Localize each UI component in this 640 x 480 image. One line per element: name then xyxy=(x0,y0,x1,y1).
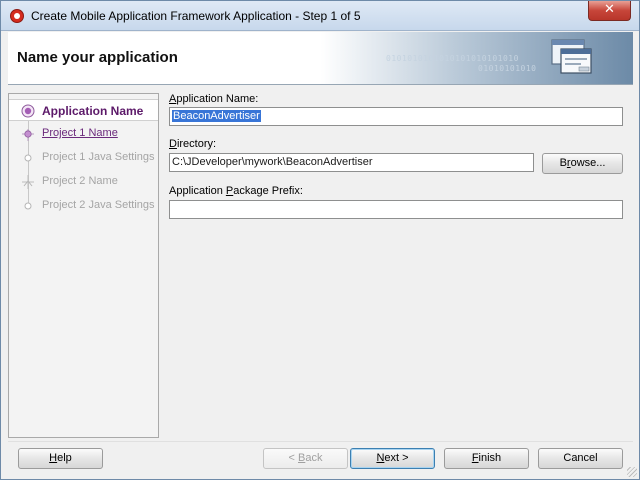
page-title: Name your application xyxy=(17,49,178,66)
back-button[interactable]: < Back xyxy=(263,448,348,469)
project-node-icon xyxy=(22,175,34,189)
browse-button[interactable]: Browse... xyxy=(542,153,623,174)
nav-step-project-1-java-settings[interactable]: Project 1 Java Settings xyxy=(9,147,158,169)
nav-step-application-name[interactable]: Application Name xyxy=(9,99,158,121)
nav-step-label: Project 1 Name xyxy=(42,127,118,139)
directory-field[interactable]: C:\JDeveloper\mywork\BeaconAdvertiser xyxy=(169,153,534,172)
project-node-icon xyxy=(22,129,34,141)
finish-button[interactable]: Finish xyxy=(444,448,529,469)
selected-text: BeaconAdvertiser xyxy=(172,110,261,122)
package-prefix-label: Application Package Prefix: xyxy=(169,185,303,197)
banner-decoration: 0101010101010101010101010 xyxy=(386,54,519,63)
nav-step-label: Project 1 Java Settings xyxy=(42,151,155,163)
wizard-window: Create Mobile Application Framework Appl… xyxy=(0,0,640,480)
application-name-field[interactable]: BeaconAdvertiser xyxy=(169,107,623,126)
nav-step-label: Project 2 Name xyxy=(42,175,118,187)
directory-label: Directory: xyxy=(169,138,217,150)
windows-wizard-icon xyxy=(551,39,592,74)
next-button[interactable]: Next > xyxy=(350,448,435,469)
close-button[interactable]: ✕ xyxy=(588,1,631,21)
help-button[interactable]: Help xyxy=(18,448,103,469)
app-logo-icon xyxy=(10,9,24,23)
nav-step-project-1-name[interactable]: Project 1 Name xyxy=(9,123,158,145)
header-banner: Name your application 010101010101010101… xyxy=(8,32,633,85)
title-bar[interactable]: Create Mobile Application Framework Appl… xyxy=(1,1,639,31)
banner-decoration-2: 01010101010 xyxy=(478,64,537,73)
resize-grip[interactable] xyxy=(627,467,637,477)
cancel-button[interactable]: Cancel xyxy=(538,448,623,469)
nav-step-label: Application Name xyxy=(42,104,144,118)
step-dot-icon xyxy=(24,202,32,210)
current-step-icon xyxy=(21,104,35,118)
nav-step-project-2-java-settings[interactable]: Project 2 Java Settings xyxy=(9,195,158,217)
step-dot-icon xyxy=(24,154,32,162)
nav-step-label: Project 2 Java Settings xyxy=(42,199,155,211)
nav-step-project-2-name[interactable]: Project 2 Name xyxy=(9,171,158,193)
application-name-label: Application Name: xyxy=(169,93,259,105)
window-title: Create Mobile Application Framework Appl… xyxy=(31,9,361,23)
footer-separator xyxy=(8,441,633,442)
wizard-steps-nav: Application Name Project 1 Name Project … xyxy=(8,93,159,438)
package-prefix-field[interactable] xyxy=(169,200,623,219)
